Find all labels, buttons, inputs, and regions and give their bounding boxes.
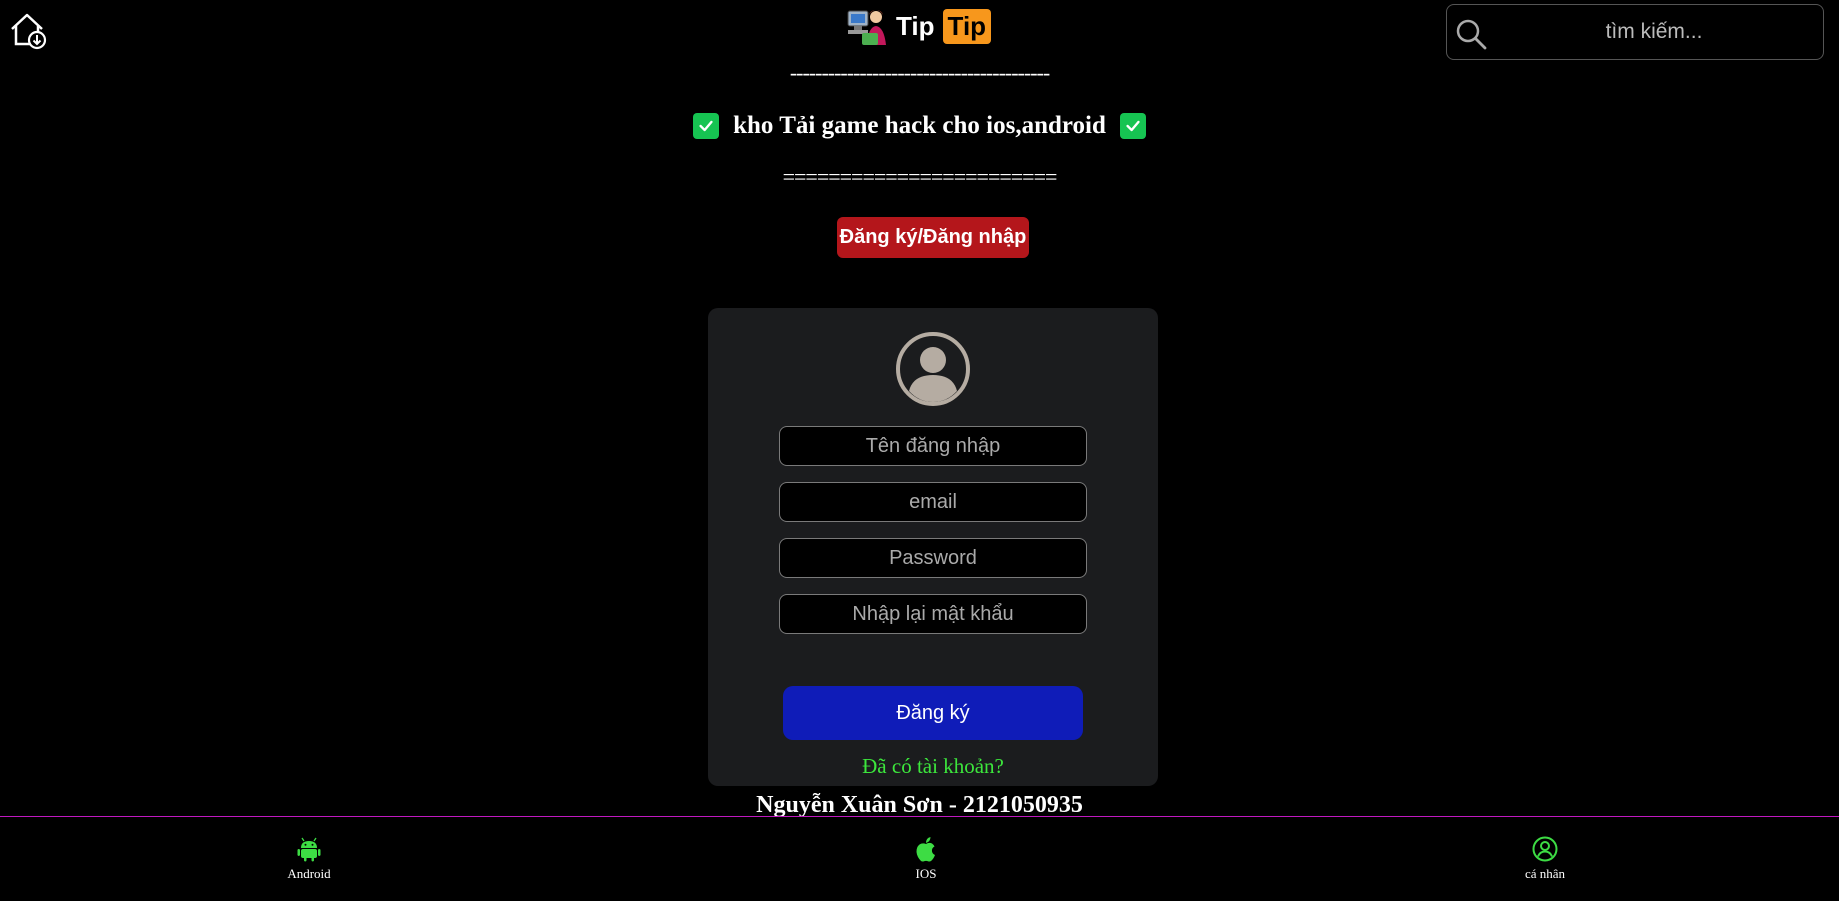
android-icon <box>297 837 321 862</box>
username-field[interactable] <box>779 426 1087 466</box>
logo-text-primary: Tip <box>896 10 935 41</box>
search-box[interactable] <box>1446 4 1824 60</box>
nav-item-android[interactable]: Android <box>229 817 389 901</box>
logo-text-highlight: Tip <box>942 8 992 44</box>
register-submit-button[interactable]: Đăng ký <box>783 686 1083 740</box>
gamer-logo-icon <box>847 10 886 45</box>
headline-text: kho Tải game hack cho ios,android <box>733 112 1106 139</box>
have-account-link[interactable]: Đã có tài khoản? <box>708 754 1158 779</box>
decorative-double-line: ======================== <box>782 164 1058 189</box>
check-icon <box>693 113 720 139</box>
apple-icon <box>916 837 935 862</box>
user-circle-icon <box>1532 836 1558 862</box>
author-credit: Nguyễn Xuân Sơn - 2121050935 <box>756 792 1083 818</box>
home-download-icon <box>11 13 47 50</box>
email-field[interactable] <box>779 482 1087 522</box>
register-form-card: Đăng ký Đã có tài khoản? <box>708 308 1158 786</box>
nav-item-profile[interactable]: cá nhân <box>1465 817 1625 901</box>
register-login-button[interactable]: Đăng ký/Đăng nhập <box>837 217 1029 258</box>
user-avatar-icon <box>896 332 970 406</box>
home-download-button[interactable] <box>8 10 48 50</box>
site-logo[interactable]: Tip Tip <box>846 4 992 48</box>
page-headline: kho Tải game hack cho ios,android <box>0 112 1839 140</box>
confirm-password-field[interactable] <box>779 594 1087 634</box>
check-icon <box>1119 113 1146 139</box>
bottom-navigation: Android IOS cá nhân <box>0 816 1839 900</box>
nav-label-profile: cá nhân <box>1524 866 1566 881</box>
nav-label-android: Android <box>287 866 331 881</box>
password-field[interactable] <box>779 538 1087 578</box>
search-input[interactable] <box>1447 19 1823 45</box>
nav-item-ios[interactable]: IOS <box>846 817 1006 901</box>
nav-label-ios: IOS <box>915 866 937 881</box>
decorative-dash-line: ----------------------------------------… <box>789 60 1050 85</box>
search-icon <box>1456 19 1487 50</box>
